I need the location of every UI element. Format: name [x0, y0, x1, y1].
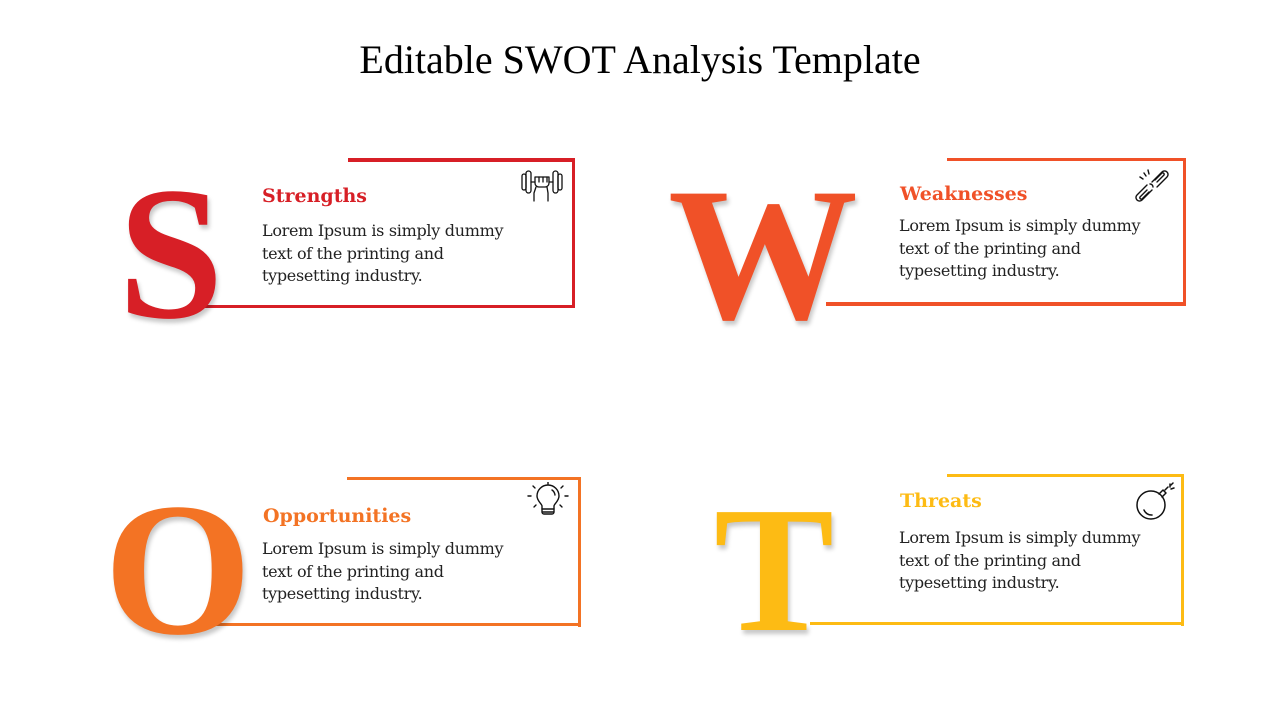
lightbulb-icon [526, 481, 570, 522]
opportunities-heading: Opportunities [263, 505, 412, 527]
strengths-heading: Strengths [262, 185, 367, 207]
opportunities-frame-bottom [205, 622, 581, 626]
threats-frame-bottom [810, 621, 1184, 625]
strengths-letter: S [118, 149, 224, 359]
opportunities-body: Lorem Ipsum is simply dummy text of the … [262, 539, 504, 603]
weaknesses-letter: W [668, 150, 858, 360]
weaknesses-heading: Weaknesses [900, 183, 1028, 205]
dumbbell-fist-icon [520, 168, 564, 208]
threats-heading: Threats [900, 490, 982, 512]
threats-letter: T [714, 470, 835, 669]
opportunities-frame-top [347, 476, 581, 480]
strengths-frame-bottom [200, 304, 575, 308]
weaknesses-frame-bottom [826, 302, 1186, 306]
opportunities-frame-right [577, 476, 581, 627]
threats-body: Lorem Ipsum is simply dummy text of the … [899, 528, 1141, 592]
strengths-body: Lorem Ipsum is simply dummy text of the … [262, 221, 504, 285]
slide-title: Editable SWOT Analysis Template [359, 37, 921, 82]
strengths-frame-right [571, 158, 575, 308]
broken-chain-icon [1130, 164, 1174, 208]
weaknesses-body: Lorem Ipsum is simply dummy text of the … [899, 216, 1141, 280]
opportunities-letter: O [104, 465, 252, 675]
weaknesses-frame-top [947, 157, 1186, 161]
bomb-icon [1134, 482, 1178, 522]
strengths-frame-top [348, 158, 575, 162]
threats-frame-top [947, 473, 1184, 477]
weaknesses-frame-right [1182, 157, 1186, 306]
threats-frame-right [1180, 473, 1184, 626]
